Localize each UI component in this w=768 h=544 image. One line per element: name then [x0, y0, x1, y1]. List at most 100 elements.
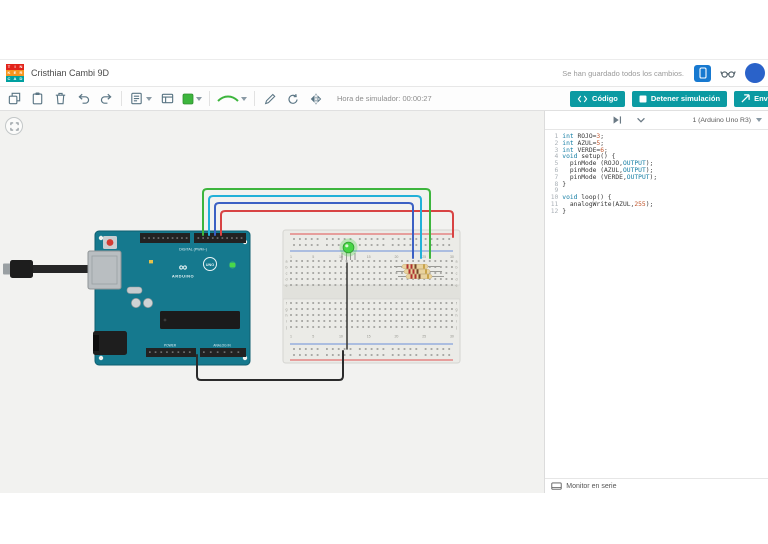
resistors[interactable]	[394, 264, 444, 279]
code-panel: 1 (Arduino Uno R3) 1 int ROJO=3; 2 int AZUL…	[544, 111, 768, 493]
svg-text:20: 20	[394, 255, 398, 259]
chevron-down-icon	[241, 96, 247, 101]
svg-text:1: 1	[290, 335, 292, 339]
svg-text:g: g	[286, 308, 288, 312]
svg-text:e: e	[456, 284, 458, 288]
device-icon	[698, 67, 707, 79]
svg-text:h: h	[456, 314, 458, 318]
wire-style-dropdown[interactable]	[217, 93, 247, 105]
document-title[interactable]: Cristhian Cambi 9D	[31, 68, 109, 78]
code-editor[interactable]: 1 int ROJO=3; 2 int AZUL=5; 3 int VERDE=6; 4 vo…	[545, 130, 768, 478]
code-button-label: Código	[592, 94, 618, 103]
svg-text:30: 30	[450, 335, 454, 339]
rotate-button[interactable]	[285, 91, 301, 107]
led-body	[342, 241, 355, 254]
undo-button[interactable]	[75, 91, 91, 107]
glasses-button[interactable]	[720, 66, 736, 80]
svg-text:25: 25	[422, 335, 426, 339]
code-line[interactable]: 12}	[545, 208, 768, 216]
code-line[interactable]: 11 analogWrite(AZUL,255);	[545, 201, 768, 209]
svg-text:d: d	[456, 278, 458, 282]
usb-port	[87, 250, 122, 290]
wire-color-swatch	[182, 93, 194, 104]
view-toggle-button[interactable]	[159, 91, 175, 107]
edit-wire-button[interactable]	[262, 91, 278, 107]
digital-label: DIGITAL (PWM~)	[179, 248, 207, 252]
device-button[interactable]	[694, 64, 711, 82]
svg-text:e: e	[286, 284, 288, 288]
redo-button[interactable]	[98, 91, 114, 107]
svg-text:20: 20	[394, 335, 398, 339]
zoom-to-fit-button[interactable]	[5, 117, 23, 135]
board-selector[interactable]: 1 (Arduino Uno R3)	[692, 117, 762, 124]
svg-text:a: a	[286, 260, 288, 264]
led-highlight	[345, 244, 349, 248]
svg-text:c: c	[286, 272, 288, 276]
paste-button[interactable]	[29, 91, 45, 107]
step-button[interactable]	[609, 112, 625, 128]
serial-monitor-icon	[551, 482, 562, 490]
svg-text:5: 5	[312, 335, 314, 339]
crystal	[126, 286, 143, 294]
svg-text:b: b	[456, 266, 458, 270]
stop-simulation-button[interactable]: Detener simulación	[631, 90, 728, 107]
chevron-down-icon	[756, 118, 762, 122]
svg-text:a: a	[456, 260, 458, 264]
logo-cell: D	[18, 76, 24, 82]
arduino-brand: ARDUINO	[172, 274, 194, 279]
code-icon	[577, 95, 588, 102]
on-led	[230, 263, 235, 267]
arduino-uno[interactable]: DIGITAL (PWM~) ∞ ARDUINO UNO POWER ANALO…	[3, 230, 251, 366]
delete-button[interactable]	[52, 91, 68, 107]
chevron-down-icon	[146, 96, 152, 101]
mirror-button[interactable]	[308, 91, 324, 107]
svg-text:d: d	[286, 278, 288, 282]
power-header[interactable]	[146, 348, 196, 357]
power-label: POWER	[164, 344, 177, 348]
chevron-down-icon	[196, 96, 202, 101]
zoom-to-fit-icon	[9, 121, 19, 131]
tinkercad-logo[interactable]: T I N K E R C A D	[6, 64, 24, 82]
svg-text:f: f	[286, 302, 287, 306]
page: T I N K E R C A D Cristhian Cambi 9D Se …	[0, 0, 768, 544]
svg-text:15: 15	[367, 255, 371, 259]
debug-dropdown-button[interactable]	[633, 112, 649, 128]
svg-text:f: f	[456, 302, 457, 306]
glasses-icon	[720, 71, 736, 78]
save-status: Se han guardado todos los cambios.	[562, 68, 684, 78]
wire-style-icon	[217, 95, 239, 102]
svg-text:h: h	[286, 314, 288, 318]
svg-text:j: j	[285, 326, 287, 330]
notes-button[interactable]	[129, 91, 152, 106]
svg-text:b: b	[286, 266, 288, 270]
send-icon	[741, 94, 750, 103]
tinkercad-app: T I N K E R C A D Cristhian Cambi 9D Se …	[0, 59, 768, 493]
reset-button[interactable]	[103, 236, 117, 249]
send-button[interactable]: Enviar	[734, 90, 768, 107]
wire-color-dropdown[interactable]	[182, 93, 202, 105]
circuit-canvas[interactable]: 1 1 5 5 10 10 15 15 20 20 25 25 30 30 a a b b c c d d e e f f g g h h…	[0, 111, 545, 493]
stop-icon	[639, 95, 647, 102]
svg-text:5: 5	[312, 255, 314, 259]
main: 1 1 5 5 10 10 15 15 20 20 25 25 30 30 a a b b c c d d e e f f g g h h…	[0, 111, 768, 493]
toolbar: Hora de simulador: 00:00:27 Código Deten…	[0, 87, 768, 111]
infinity-logo: ∞	[179, 260, 188, 274]
svg-text:c: c	[456, 272, 458, 276]
copy-button[interactable]	[6, 91, 22, 107]
capacitor	[143, 298, 153, 308]
send-button-label: Enviar	[754, 94, 768, 103]
arduino-model: UNO	[206, 263, 214, 267]
stop-button-label: Detener simulación	[650, 94, 721, 103]
capacitor	[131, 298, 141, 308]
breadboard[interactable]: 115510101515202025253030a ab bc cd de ef fg gh h…	[282, 229, 461, 364]
code-panel-toolbar: 1 (Arduino Uno R3)	[545, 111, 768, 130]
serial-monitor-button[interactable]: Monitor en serie	[545, 478, 768, 493]
svg-text:10: 10	[339, 335, 343, 339]
avatar[interactable]	[745, 63, 765, 83]
code-button[interactable]: Código	[570, 90, 625, 107]
svg-text:1: 1	[290, 255, 292, 259]
svg-text:30: 30	[450, 255, 454, 259]
code-line[interactable]: 8}	[545, 181, 768, 189]
code-line[interactable]: 7 pinMode (VERDE,OUTPUT);	[545, 174, 768, 182]
svg-text:g: g	[456, 308, 458, 312]
